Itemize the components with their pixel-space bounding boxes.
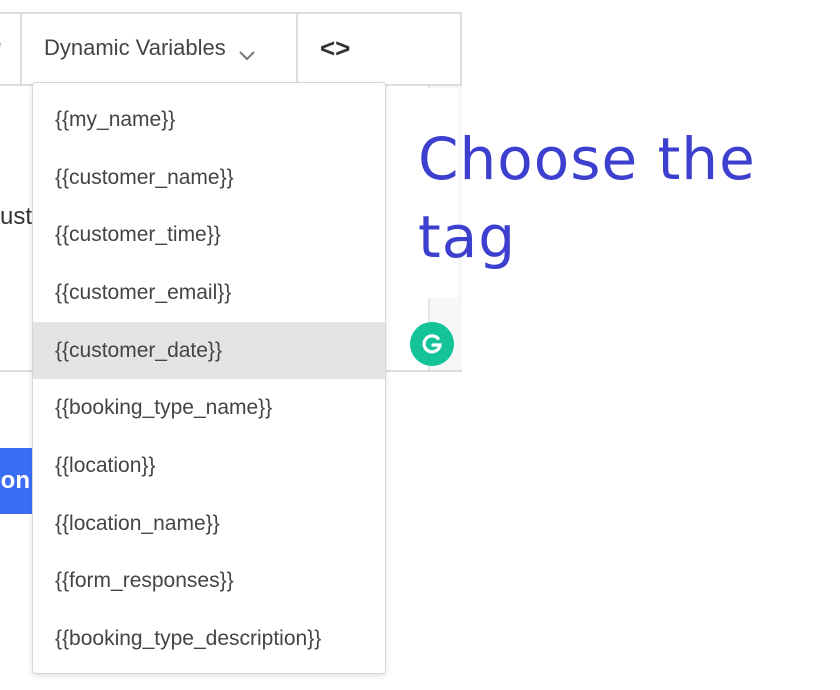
menu-item-location[interactable]: {{location}} (33, 437, 385, 495)
grammarly-icon[interactable] (410, 322, 454, 366)
partial-toolbar-glyph: ′ (0, 40, 2, 63)
dynamic-variables-dropdown-button[interactable]: Dynamic Variables (22, 12, 298, 84)
menu-item-customer-time[interactable]: {{customer_time}} (33, 206, 385, 264)
source-code-button[interactable]: <> (298, 12, 482, 84)
code-icon: <> (320, 32, 351, 63)
primary-button-label: on (0, 467, 30, 494)
screenshot-stage: ′ Dynamic Variables <> ust on Choose the… (0, 0, 840, 690)
menu-item-customer-email[interactable]: {{customer_email}} (33, 264, 385, 322)
dynamic-variables-menu: {{my_name}} {{customer_name}} {{customer… (32, 82, 386, 674)
editor-partial-text: ust (0, 203, 33, 230)
annotation-line-2: tag (418, 203, 517, 271)
primary-button-partial[interactable]: on (0, 448, 32, 514)
menu-item-location-name[interactable]: {{location_name}} (33, 495, 385, 553)
menu-item-booking-type-description[interactable]: {{booking_type_description}} (33, 610, 385, 668)
menu-item-customer-name[interactable]: {{customer_name}} (33, 149, 385, 207)
menu-item-booking-type-name[interactable]: {{booking_type_name}} (33, 379, 385, 437)
menu-item-my-name[interactable]: {{my_name}} (33, 91, 385, 149)
chevron-down-icon (238, 42, 256, 61)
editor-toolbar: ′ Dynamic Variables <> (0, 12, 462, 86)
annotation-line-1: Choose the (418, 125, 756, 193)
annotation-text: Choose the tag (418, 120, 838, 276)
dynamic-variables-label: Dynamic Variables (44, 35, 226, 60)
menu-item-customer-date[interactable]: {{customer_date}} (33, 321, 385, 380)
toolbar-previous-cell[interactable]: ′ (0, 12, 22, 84)
menu-item-form-responses[interactable]: {{form_responses}} (33, 553, 385, 611)
